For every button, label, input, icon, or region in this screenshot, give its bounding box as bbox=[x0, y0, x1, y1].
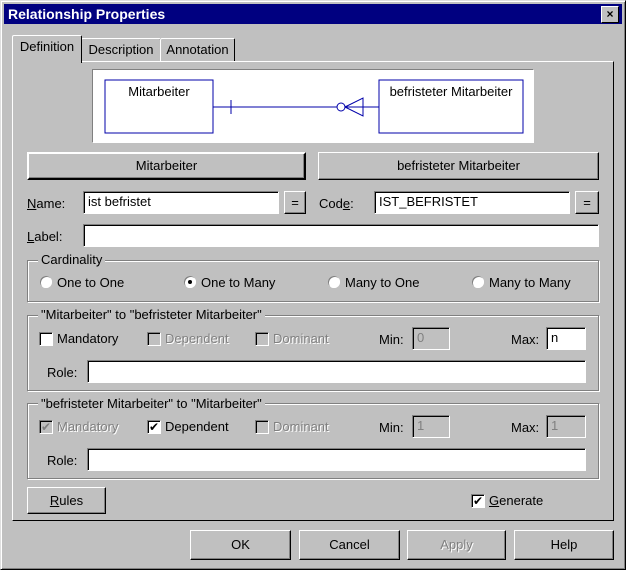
tab-definition-label: Definition bbox=[19, 39, 75, 54]
tab-description[interactable]: Description bbox=[81, 38, 161, 62]
window-title: Relationship Properties bbox=[8, 6, 166, 22]
radio-selected-dot bbox=[188, 280, 192, 284]
role2-mandatory-label: Mandatory bbox=[57, 419, 119, 434]
role2-dependent-checkbox[interactable]: ✔ bbox=[147, 420, 161, 434]
radio-many-to-one[interactable] bbox=[328, 276, 340, 288]
entity-right-button[interactable]: befristeter Mitarbeiter bbox=[318, 152, 599, 180]
tab-description-label: Description bbox=[88, 42, 154, 57]
entity-left-name: Mitarbeiter bbox=[128, 84, 190, 99]
apply-button[interactable]: Apply bbox=[407, 530, 506, 560]
code-eq-button[interactable]: = bbox=[575, 191, 599, 214]
role1-dependent-checkbox[interactable] bbox=[147, 332, 161, 346]
radio-one-to-one[interactable] bbox=[40, 276, 52, 288]
tab-annotation[interactable]: Annotation bbox=[160, 38, 235, 62]
help-button[interactable]: Help bbox=[514, 530, 614, 560]
entity-right-button-label: befristeter Mitarbeiter bbox=[397, 158, 520, 173]
title-bar: Relationship Properties × bbox=[4, 4, 622, 24]
role1-dominant-checkbox[interactable] bbox=[255, 332, 269, 346]
entity-right-name: befristeter Mitarbeiter bbox=[390, 84, 513, 99]
cardinality-title: Cardinality bbox=[38, 252, 106, 267]
optional-marker bbox=[336, 102, 346, 112]
relationship-diagram: Mitarbeiter befristeter Mitarbeiter bbox=[92, 69, 534, 143]
label-input[interactable] bbox=[83, 224, 599, 247]
role1-role-input[interactable] bbox=[87, 360, 586, 383]
role2-max-label: Max: bbox=[511, 420, 540, 435]
relationship-diagram-svg: Mitarbeiter befristeter Mitarbeiter bbox=[104, 79, 524, 134]
tab-definition[interactable]: Definition bbox=[12, 35, 82, 63]
name-input[interactable]: ist befristet bbox=[83, 191, 279, 214]
role1-min-input[interactable]: 0 bbox=[412, 327, 450, 350]
role2-dominant-label: Dominant bbox=[273, 419, 329, 434]
radio-many-to-one-label: Many to One bbox=[345, 275, 420, 290]
radio-one-to-one-label: One to One bbox=[57, 275, 125, 290]
role2-min-input[interactable]: 1 bbox=[412, 415, 450, 438]
name-label: Name: bbox=[27, 196, 66, 211]
entity-left-button[interactable]: Mitarbeiter bbox=[27, 152, 306, 180]
generate-label: Generate bbox=[489, 493, 544, 508]
cancel-button[interactable]: Cancel bbox=[299, 530, 400, 560]
radio-one-to-many[interactable] bbox=[184, 276, 196, 288]
role2-dominant-checkbox[interactable] bbox=[255, 420, 269, 434]
role1-dominant-label: Dominant bbox=[273, 331, 329, 346]
code-input[interactable]: IST_BEFRISTET bbox=[374, 191, 570, 214]
role1-role-label: Role: bbox=[47, 365, 78, 380]
close-icon: × bbox=[606, 7, 614, 21]
radio-many-to-many[interactable] bbox=[472, 276, 484, 288]
name-eq-button[interactable]: = bbox=[284, 191, 306, 214]
role2-max-input[interactable]: 1 bbox=[546, 415, 586, 438]
role1-min-label: Min: bbox=[379, 332, 404, 347]
role1-title: "Mitarbeiter" to "befristeter Mitarbeite… bbox=[38, 307, 265, 322]
role1-mandatory-checkbox[interactable] bbox=[39, 332, 53, 346]
role2-title: "befristeter Mitarbeiter" to "Mitarbeite… bbox=[38, 396, 265, 411]
role2-dependent-label: Dependent bbox=[165, 419, 229, 434]
radio-one-to-many-label: One to Many bbox=[201, 275, 276, 290]
role2-mandatory-checkbox[interactable]: ✔ bbox=[39, 420, 53, 434]
role1-dependent-label: Dependent bbox=[165, 331, 229, 346]
label-label: Label: bbox=[27, 229, 63, 244]
rules-button[interactable]: Rules bbox=[27, 487, 106, 514]
role2-role-input[interactable] bbox=[87, 448, 586, 471]
generate-checkbox[interactable]: ✔ bbox=[471, 494, 485, 508]
radio-many-to-many-label: Many to Many bbox=[489, 275, 571, 290]
code-label: Code: bbox=[319, 196, 354, 211]
role1-max-label: Max: bbox=[511, 332, 540, 347]
ok-button[interactable]: OK bbox=[190, 530, 291, 560]
entity-left-button-label: Mitarbeiter bbox=[135, 158, 198, 173]
role1-max-input[interactable]: n bbox=[546, 327, 586, 350]
role2-role-label: Role: bbox=[47, 453, 78, 468]
close-button[interactable]: × bbox=[601, 6, 619, 23]
role2-min-label: Min: bbox=[379, 420, 404, 435]
tab-annotation-label: Annotation bbox=[166, 42, 229, 57]
role1-mandatory-label: Mandatory bbox=[57, 331, 119, 346]
